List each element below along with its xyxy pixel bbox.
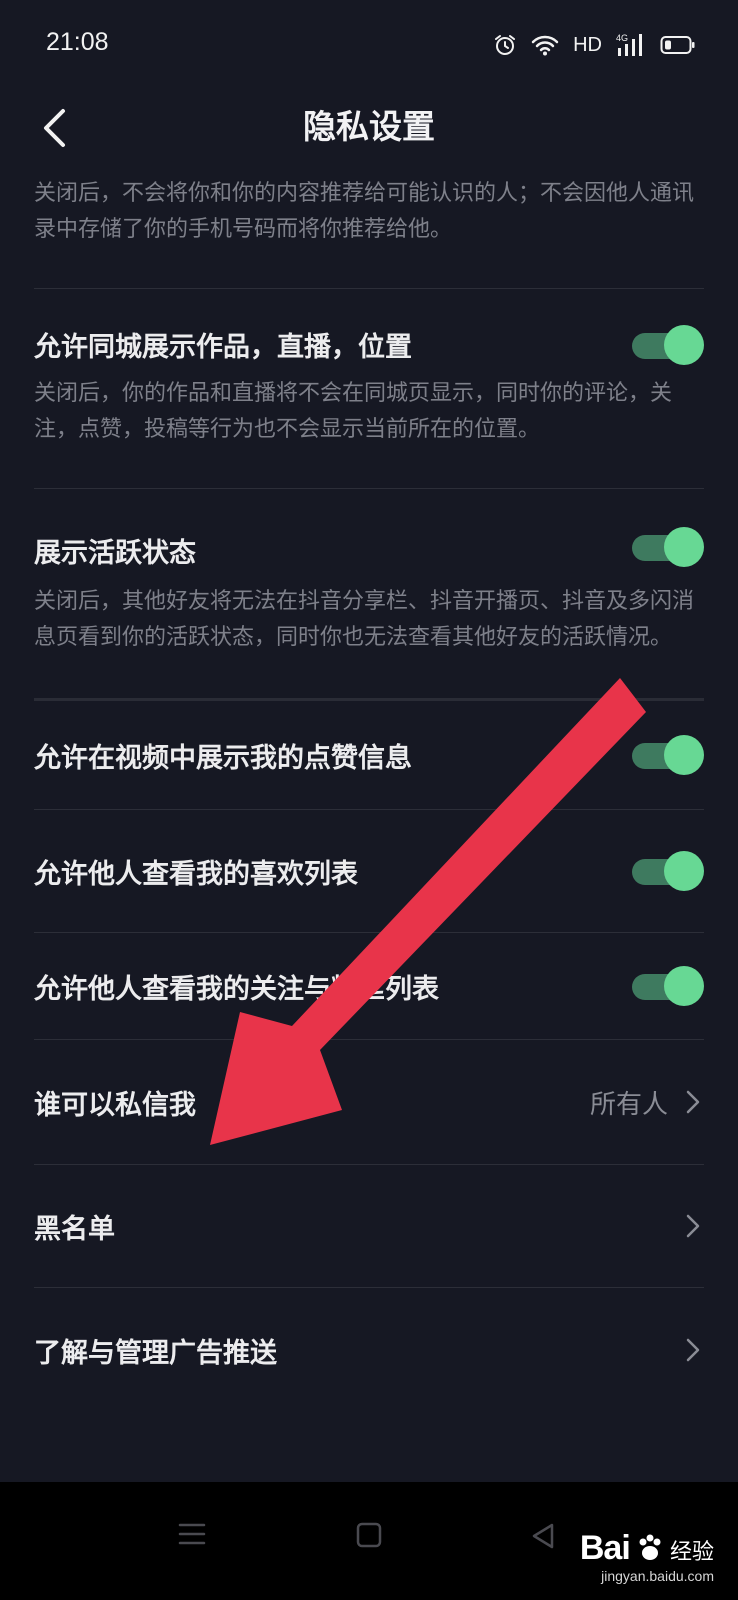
chevron-right-icon xyxy=(686,1090,700,1114)
show-likes-toggle[interactable] xyxy=(632,735,704,775)
status-bar: 21:08 HD 4G xyxy=(0,0,738,90)
setting-follow-list: 允许他人查看我的关注与粉丝列表 xyxy=(34,933,704,1039)
home-button[interactable] xyxy=(356,1522,382,1548)
setting-title: 允许同城展示作品，直播，位置 xyxy=(34,332,412,363)
chevron-right-icon xyxy=(686,1214,700,1238)
setting-title: 展示活跃状态 xyxy=(34,538,196,569)
page-title: 隐私设置 xyxy=(303,107,435,146)
likes-list-toggle[interactable] xyxy=(632,851,704,891)
setting-description: 关闭后，其他好友将无法在抖音分享栏、抖音开播页、抖音及多闪消息页看到你的活跃状态… xyxy=(34,589,695,650)
watermark-brand-cn: 经验 xyxy=(669,1540,714,1565)
alarm-icon xyxy=(495,35,516,55)
setting-description: 关闭后，你的作品和直播将不会在同城页显示，同时你的评论，关注，点赞，投稿等行为也… xyxy=(34,381,673,442)
toggle-knob xyxy=(664,851,704,891)
status-time: 21:08 xyxy=(46,28,109,56)
nav-bar: 隐私设置 xyxy=(0,90,738,170)
wifi-icon xyxy=(531,35,559,56)
toggle-knob xyxy=(664,325,704,365)
signal-label: 4G xyxy=(616,33,628,43)
setting-blacklist[interactable]: 黑名单 xyxy=(34,1165,704,1287)
setting-ad-management[interactable]: 了解与管理广告推送 xyxy=(34,1288,704,1412)
chevron-right-icon xyxy=(686,1338,700,1362)
setting-same-city: 允许同城展示作品，直播，位置 关闭后，你的作品和直播将不会在同城页显示，同时你的… xyxy=(34,289,704,448)
toggle-knob xyxy=(664,966,704,1006)
system-nav-bar: Bai 经验 jingyan.baidu.com xyxy=(0,1482,738,1600)
battery-icon xyxy=(660,36,695,54)
setting-who-can-message[interactable]: 谁可以私信我 所有人 xyxy=(34,1040,704,1164)
toggle-knob xyxy=(664,735,704,775)
baidu-jingyan-watermark: Bai 经验 jingyan.baidu.com xyxy=(580,1529,714,1584)
back-system-button[interactable] xyxy=(530,1522,556,1550)
setting-show-likes: 允许在视频中展示我的点赞信息 xyxy=(34,701,704,809)
network-type-label: HD xyxy=(573,33,602,56)
row-title: 了解与管理广告推送 xyxy=(34,1337,277,1369)
row-title: 允许他人查看我的关注与粉丝列表 xyxy=(34,973,439,1005)
settings-list: 关闭后，不会将你和你的内容推荐给可能认识的人；不会因他人通讯录中存储了你的手机号… xyxy=(34,176,704,1412)
setting-likes-list: 允许他人查看我的喜欢列表 xyxy=(34,810,704,932)
setting-active-status: 展示活跃状态 关闭后，其他好友将无法在抖音分享栏、抖音开播页、抖音及多闪消息页看… xyxy=(34,489,704,656)
same-city-toggle[interactable] xyxy=(632,325,704,365)
menu-button[interactable] xyxy=(178,1522,206,1546)
row-title: 允许在视频中展示我的点赞信息 xyxy=(34,742,412,774)
recommend-contacts-description: 关闭后，不会将你和你的内容推荐给可能认识的人；不会因他人通讯录中存储了你的手机号… xyxy=(34,181,695,242)
follow-list-toggle[interactable] xyxy=(632,966,704,1006)
signal-icon: 4G xyxy=(616,33,642,56)
row-title: 允许他人查看我的喜欢列表 xyxy=(34,858,358,890)
active-status-toggle[interactable] xyxy=(632,527,704,567)
status-icons: HD 4G xyxy=(493,30,696,60)
row-value: 所有人 xyxy=(589,1089,668,1120)
watermark-brand: Bai xyxy=(579,1529,631,1567)
toggle-knob xyxy=(664,527,704,567)
paw-icon xyxy=(639,1534,661,1560)
row-title: 谁可以私信我 xyxy=(34,1089,196,1121)
row-title: 黑名单 xyxy=(34,1213,115,1245)
watermark-site: jingyan.baidu.com xyxy=(601,1568,714,1584)
